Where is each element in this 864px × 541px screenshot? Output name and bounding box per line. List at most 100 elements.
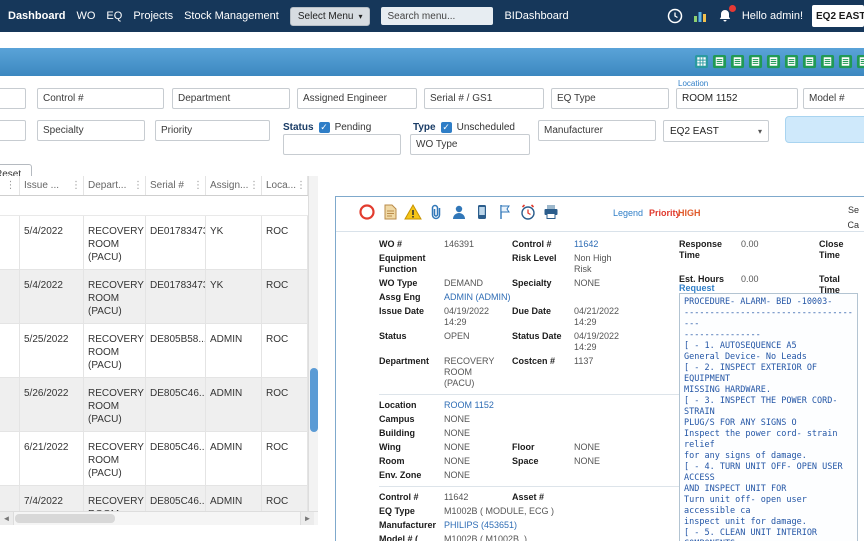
type-unscheduled-checkbox[interactable]: ✓ — [440, 122, 452, 133]
filter-cutoff-left-1[interactable] — [0, 88, 26, 109]
column-label: Serial # — [150, 180, 184, 191]
filter-action-box[interactable] — [785, 116, 864, 143]
nav-eq[interactable]: EQ — [106, 10, 122, 22]
status-filter-label: Status — [283, 122, 314, 133]
kebab-vertical-icon[interactable]: ⋮ — [249, 180, 259, 191]
printer-icon[interactable] — [542, 203, 560, 221]
excel-export-icon[interactable] — [766, 54, 781, 69]
column-header-issue-date[interactable]: Issue ... ⋮ — [20, 176, 84, 195]
column-header-assigned[interactable]: Assign... ⋮ — [206, 176, 262, 195]
notification-bell-icon[interactable] — [717, 5, 736, 24]
table-row[interactable]: 5/25/2022 RECOVERY ROOM (PACU) DE805B58.… — [0, 324, 308, 378]
clock-icon[interactable] — [667, 8, 683, 24]
priority-filter[interactable] — [155, 120, 270, 141]
bar-chart-icon[interactable] — [692, 8, 708, 24]
table-row[interactable]: 5/26/2022 RECOVERY ROOM (PACU) DE805C46.… — [0, 378, 308, 432]
attachment-icon[interactable] — [427, 203, 445, 221]
field-value-link[interactable]: ADMIN (ADMIN) — [444, 292, 681, 303]
kebab-vertical-icon[interactable]: ⋮ — [71, 180, 81, 191]
scroll-left-arrow[interactable]: ◄ — [0, 512, 14, 525]
field-value: 0.00 — [741, 239, 759, 249]
field-label: Costcen # — [512, 356, 556, 366]
serial-filter[interactable] — [424, 88, 544, 109]
status-pending-checkbox[interactable]: ✓ — [318, 122, 330, 133]
cell-serial: DE805C46... — [146, 432, 206, 485]
nav-wo[interactable]: WO — [76, 10, 95, 22]
table-row[interactable]: 7/4/2022 RECOVERY ROOM DE805C46... ADMIN… — [0, 486, 308, 511]
department-filter[interactable] — [172, 88, 290, 109]
device-icon[interactable] — [473, 203, 491, 221]
section-divider — [379, 486, 681, 487]
nav-dashboard[interactable]: Dashboard — [8, 10, 65, 22]
cell-assigned: ADMIN — [206, 324, 262, 377]
column-header-location[interactable]: Loca... ⋮ — [262, 176, 308, 195]
field-value-link[interactable]: PHILIPS (453651) — [444, 520, 681, 531]
truncated-label-ca[interactable]: Ca — [847, 220, 859, 230]
record-icon[interactable] — [358, 203, 376, 221]
excel-export-icon[interactable] — [820, 54, 835, 69]
field-value-link[interactable]: ROOM 1152 — [444, 400, 681, 411]
manufacturer-filter[interactable] — [538, 120, 656, 141]
cell-serial: DE805C46... — [146, 378, 206, 431]
specialty-filter[interactable] — [37, 120, 145, 141]
field-label: Assg Eng — [379, 292, 421, 302]
column-header-department[interactable]: Depart... ⋮ — [84, 176, 146, 195]
field-value-link[interactable]: 11642 — [574, 239, 624, 250]
cell-issue-date: 5/4/2022 — [20, 270, 84, 323]
field-label: Close Time — [819, 239, 844, 260]
column-header-serial[interactable]: Serial # ⋮ — [146, 176, 206, 195]
field-label: Floor — [512, 442, 535, 452]
nav-bidashboard[interactable]: BIDashboard — [504, 10, 568, 22]
legend-link[interactable]: Legend — [613, 208, 643, 218]
select-menu-button[interactable]: Select Menu ▾ — [289, 6, 371, 26]
kebab-vertical-icon[interactable]: ⋮ — [6, 180, 16, 191]
wo-type-filter[interactable] — [410, 134, 530, 155]
filter-cutoff-left-2[interactable] — [0, 120, 26, 141]
excel-export-icon[interactable] — [712, 54, 727, 69]
site-select[interactable]: EQ2 EAST — [812, 5, 864, 27]
kebab-vertical-icon[interactable]: ⋮ — [133, 180, 143, 191]
excel-export-icon[interactable] — [802, 54, 817, 69]
field-value: NONE — [444, 428, 471, 438]
grid-vertical-scrollbar[interactable] — [308, 176, 318, 511]
location-filter[interactable] — [676, 88, 798, 109]
scrollbar-thumb[interactable] — [310, 368, 318, 432]
scrollbar-thumb[interactable] — [15, 514, 115, 523]
assigned-engineer-filter[interactable] — [297, 88, 417, 109]
status-filter-input[interactable] — [283, 134, 401, 155]
table-row[interactable]: 5/4/2022 RECOVERY ROOM (PACU) DE01783473… — [0, 216, 308, 270]
field-label: Manufacturer — [379, 520, 437, 530]
site-filter-value: EQ2 EAST — [670, 125, 719, 137]
table-row[interactable]: 6/21/2022 RECOVERY ROOM (PACU) DE805C46.… — [0, 432, 308, 486]
grid-horizontal-scrollbar[interactable]: ◄ ► — [0, 511, 318, 525]
flag-icon[interactable] — [496, 203, 514, 221]
request-textarea[interactable]: PROCEDURE- ALARM- BED -10003- ----------… — [679, 293, 858, 541]
eq-type-filter[interactable] — [551, 88, 669, 109]
alarm-clock-icon[interactable] — [519, 203, 537, 221]
truncated-label-se[interactable]: Se — [848, 205, 859, 215]
cell-location: ROC — [262, 378, 308, 431]
cell-serial: DE01783473 — [146, 270, 206, 323]
user-icon[interactable] — [450, 203, 468, 221]
kebab-vertical-icon[interactable]: ⋮ — [296, 180, 306, 191]
cell-location: ROC — [262, 486, 308, 511]
document-icon[interactable] — [381, 203, 399, 221]
table-row[interactable]: 5/4/2022 RECOVERY ROOM (PACU) DE01783473… — [0, 270, 308, 324]
excel-export-icon[interactable] — [784, 54, 799, 69]
excel-export-icon[interactable] — [838, 54, 853, 69]
nav-projects[interactable]: Projects — [133, 10, 173, 22]
model-filter[interactable] — [803, 88, 864, 109]
grid-header-menu[interactable]: ⋮ — [0, 176, 20, 195]
site-filter-select[interactable]: EQ2 EAST ▾ — [663, 120, 769, 142]
nav-stock-management[interactable]: Stock Management — [184, 10, 279, 22]
cell-serial: DE01783473 — [146, 216, 206, 269]
excel-export-icon[interactable] — [730, 54, 745, 69]
warning-icon[interactable] — [404, 203, 422, 221]
excel-export-icon[interactable] — [748, 54, 763, 69]
menu-search-input[interactable] — [381, 7, 494, 25]
scroll-right-arrow[interactable]: ► — [300, 512, 314, 525]
table-export-icon[interactable] — [694, 54, 709, 69]
control-number-filter[interactable] — [37, 88, 164, 109]
kebab-vertical-icon[interactable]: ⋮ — [193, 180, 203, 191]
excel-export-icon[interactable] — [856, 54, 864, 69]
